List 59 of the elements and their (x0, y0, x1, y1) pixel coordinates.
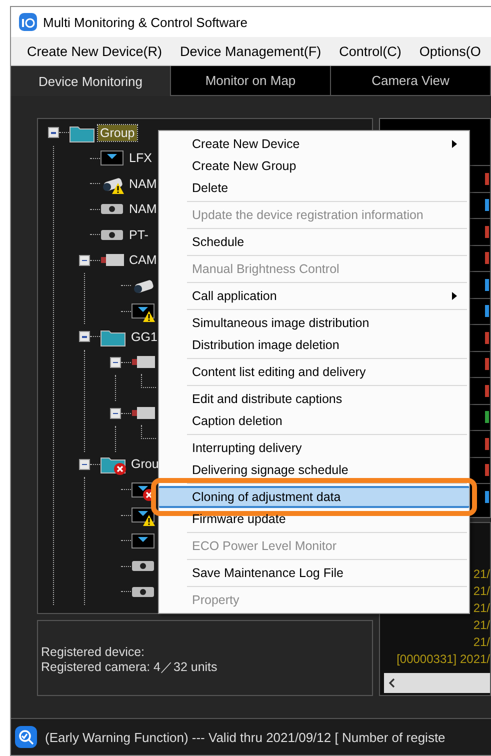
context-menu-item[interactable]: Delete (159, 177, 469, 199)
log-line: 21/ (472, 601, 490, 617)
context-menu-item[interactable]: Firmware update (159, 508, 469, 530)
horizontal-scrollbar[interactable] (384, 673, 490, 693)
registered-device-text: Registered device: (41, 645, 146, 659)
context-menu-item[interactable]: Distribution image deletion (159, 334, 469, 356)
context-menu-item[interactable]: Delivering signage schedule (159, 459, 469, 481)
projector-icon (100, 202, 124, 216)
tab[interactable]: Monitor on Map (171, 66, 331, 96)
menu-item[interactable]: Control(C) (339, 44, 402, 58)
box-camera-icon (100, 253, 124, 268)
menu-item[interactable]: Device Management(F) (180, 44, 322, 58)
display-icon (100, 150, 124, 166)
collapse-toggle[interactable] (110, 408, 121, 419)
context-menu-item[interactable]: Save Maintenance Log File (159, 562, 469, 584)
display-icon (131, 303, 155, 320)
display-icon (131, 507, 155, 524)
menu-item[interactable]: Options(O (419, 44, 481, 58)
window-title: Multi Monitoring & Control Software (43, 14, 248, 30)
context-menu-item[interactable]: Create New Group (159, 155, 469, 177)
projector-icon (131, 559, 155, 574)
tree-item[interactable]: Grou (129, 456, 161, 472)
box-camera-icon (131, 355, 155, 370)
tab[interactable]: Device Monitoring (11, 66, 171, 96)
context-menu-item[interactable]: Caption deletion (159, 410, 469, 432)
log-line: 21/ (472, 635, 490, 651)
tab[interactable]: Camera View (331, 66, 491, 96)
menu-item[interactable]: Create New Device(R) (27, 44, 162, 58)
tree-item[interactable]: NAM (127, 176, 159, 192)
context-menu-item[interactable]: Content list editing and delivery (159, 361, 469, 383)
magnifier-chart-icon (15, 726, 37, 748)
app-logo-icon (19, 13, 37, 31)
collapse-toggle[interactable] (79, 254, 90, 266)
context-menu-item[interactable]: Edit and distribute captions (159, 388, 469, 410)
display-icon (131, 532, 155, 549)
collapse-toggle[interactable] (110, 356, 121, 368)
log-line: [00000331] 2021/ (396, 652, 490, 668)
collapse-toggle[interactable] (79, 458, 90, 470)
tree-item[interactable]: PT- (127, 226, 150, 243)
registered-camera-text: Registered camera: 4／32 units (41, 659, 218, 676)
tree-item[interactable]: CAM (127, 252, 159, 268)
collapse-toggle[interactable] (79, 331, 90, 342)
context-menu-item[interactable]: Simultaneous image distribution (159, 312, 469, 334)
context-menu-item[interactable]: Call application (159, 285, 469, 307)
log-line: 21/ (472, 584, 490, 600)
tree-item[interactable]: LFX (127, 150, 154, 166)
collapse-toggle[interactable] (48, 127, 59, 138)
context-menu-item[interactable]: Interrupting delivery (159, 437, 469, 459)
tree-item[interactable]: GG1 (129, 328, 160, 345)
projector-icon (100, 228, 124, 242)
context-menu-item[interactable]: Create New Device (159, 133, 469, 155)
context-menu-item[interactable]: Schedule (159, 231, 469, 253)
box-camera-icon (131, 406, 155, 420)
log-line: 21/ (472, 618, 490, 634)
tree-item[interactable]: NAM (127, 201, 159, 218)
status-text: (Early Warning Function) --- Valid thru 2021/09/12 [ Number of registe (45, 730, 446, 744)
projector-icon (131, 584, 155, 599)
log-line: 21/ (472, 567, 490, 583)
tree-item[interactable]: Group (98, 124, 137, 141)
